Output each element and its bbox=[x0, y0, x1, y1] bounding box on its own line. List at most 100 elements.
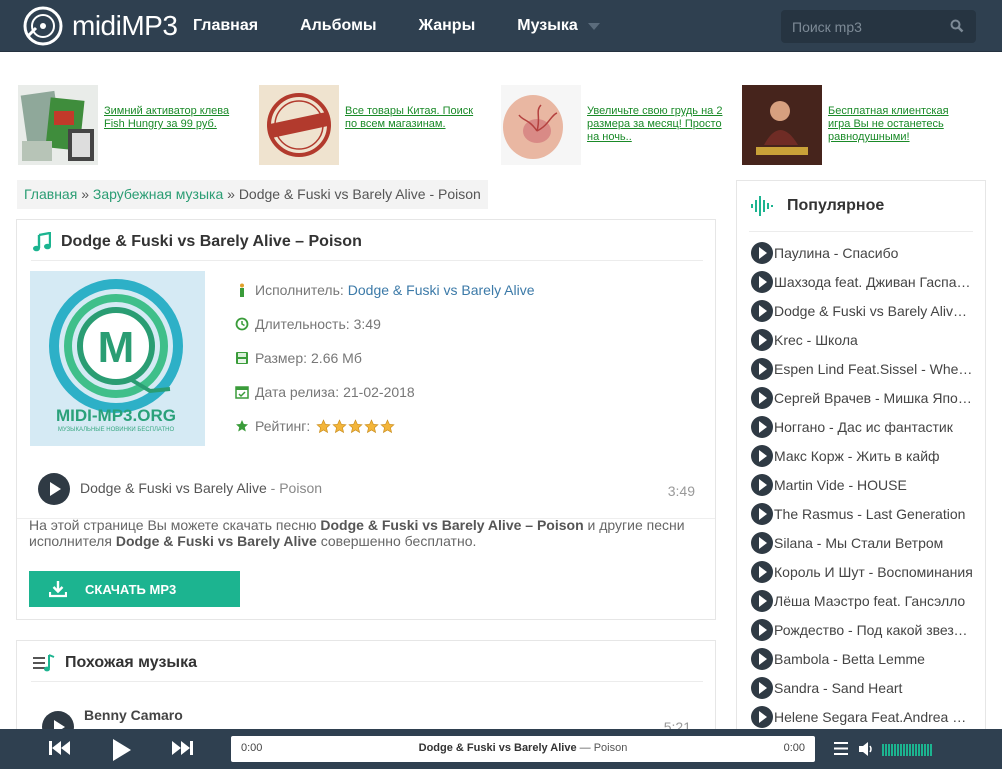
track-info: Исполнитель: Dodge & Fuski vs Barely Ali… bbox=[235, 273, 535, 443]
rating-star-icon[interactable] bbox=[348, 418, 363, 434]
play-icon[interactable] bbox=[751, 415, 773, 438]
ad-thumb-game bbox=[742, 85, 822, 165]
popular-item-label: Dodge & Fuski vs Barely Alive - Poison bbox=[774, 302, 974, 319]
player-title: Dodge & Fuski vs Barely Alive — Poison bbox=[231, 742, 815, 754]
popular-item[interactable]: Silana - Мы Стали Ветром bbox=[751, 528, 975, 557]
play-icon[interactable] bbox=[751, 589, 773, 612]
download-button[interactable]: СКАЧАТЬ MP3 bbox=[29, 571, 240, 607]
search-icon[interactable] bbox=[950, 19, 964, 33]
popular-title: Популярное bbox=[787, 197, 885, 214]
ad-thumb-china bbox=[259, 85, 339, 165]
clock-icon bbox=[235, 317, 249, 331]
play-icon[interactable] bbox=[751, 328, 773, 351]
info-rating: Рейтинг: bbox=[235, 409, 535, 443]
nav-music[interactable]: Музыка bbox=[517, 17, 600, 35]
nav-home[interactable]: Главная bbox=[193, 17, 258, 35]
popular-item[interactable]: The Rasmus - Last Generation bbox=[751, 499, 975, 528]
volume-bar bbox=[894, 744, 896, 756]
site-header: midiMP3 Главная Альбомы Жанры Музыка bbox=[0, 0, 1002, 52]
volume-bar bbox=[915, 744, 917, 756]
ad-text[interactable]: Зимний активатор клева Fish Hungry за 99… bbox=[104, 105, 244, 165]
volume-icon[interactable] bbox=[859, 742, 875, 756]
similar-title: Похожая музыка bbox=[65, 654, 197, 671]
ad-item[interactable]: Все товары Китая. Поиск по всем магазина… bbox=[259, 85, 485, 165]
play-icon[interactable] bbox=[751, 618, 773, 641]
ad-item[interactable]: Увеличьте свою грудь на 2 размера за мес… bbox=[501, 85, 727, 165]
popular-item[interactable]: Макс Корж - Жить в кайф bbox=[751, 441, 975, 470]
volume-bar bbox=[891, 744, 893, 756]
nav-genres[interactable]: Жанры bbox=[419, 17, 476, 35]
info-duration: Длительность: 3:49 bbox=[235, 307, 535, 341]
play-icon[interactable] bbox=[751, 444, 773, 467]
popular-item[interactable]: Martin Vide - HOUSE bbox=[751, 470, 975, 499]
play-icon[interactable] bbox=[751, 386, 773, 409]
popular-item[interactable]: Сергей Врачев - Мишка Япончик bbox=[751, 383, 975, 412]
popular-item[interactable]: Sandra - Sand Heart bbox=[751, 673, 975, 702]
popular-item[interactable]: Король И Шут - Воспоминания bbox=[751, 557, 975, 586]
popular-item[interactable]: Bambola - Betta Lemme bbox=[751, 644, 975, 673]
track-row-title: Dodge & Fuski vs Barely Alive - Poison bbox=[80, 480, 322, 496]
cover-letter: M bbox=[98, 323, 135, 372]
popular-item[interactable]: Krec - Школа bbox=[751, 325, 975, 354]
play-icon[interactable] bbox=[751, 531, 773, 554]
track-card-header: Dodge & Fuski vs Barely Alive – Poison bbox=[33, 231, 362, 253]
breadcrumb-home[interactable]: Главная bbox=[24, 186, 77, 202]
rating-star-icon[interactable] bbox=[364, 418, 379, 434]
play-button[interactable] bbox=[38, 473, 70, 505]
play-icon[interactable] bbox=[751, 270, 773, 293]
ad-text[interactable]: Увеличьте свою грудь на 2 размера за мес… bbox=[587, 105, 727, 165]
play-icon[interactable] bbox=[751, 560, 773, 583]
nav-albums[interactable]: Альбомы bbox=[300, 17, 377, 35]
playlist-icon bbox=[33, 654, 55, 672]
popular-item[interactable]: Helene Segara Feat.Andrea Bocelli bbox=[751, 702, 975, 731]
play-icon[interactable] bbox=[751, 299, 773, 322]
cover-site-name: MIDI-MP3.ORG bbox=[56, 406, 176, 425]
play-icon[interactable] bbox=[751, 676, 773, 699]
playlist-menu-icon[interactable] bbox=[834, 742, 848, 755]
play-icon[interactable] bbox=[751, 357, 773, 380]
artist-link[interactable]: Dodge & Fuski vs Barely Alive bbox=[348, 282, 535, 298]
rating-star-icon[interactable] bbox=[380, 418, 395, 434]
volume-bar bbox=[924, 744, 926, 756]
rating-star-icon[interactable] bbox=[316, 418, 331, 434]
popular-item-label: Helene Segara Feat.Andrea Bocelli bbox=[774, 708, 974, 725]
site-logo[interactable]: midiMP3 bbox=[22, 6, 178, 46]
play-icon[interactable] bbox=[751, 502, 773, 525]
release-label: Дата релиза: bbox=[255, 384, 340, 400]
rating-stars[interactable] bbox=[316, 418, 396, 434]
breadcrumb-current: Dodge & Fuski vs Barely Alive - Poison bbox=[238, 186, 481, 202]
rating-star-icon[interactable] bbox=[332, 418, 347, 434]
music-note-icon bbox=[33, 232, 51, 252]
calendar-icon bbox=[235, 386, 249, 399]
ad-item[interactable]: Зимний активатор клева Fish Hungry за 99… bbox=[18, 85, 244, 165]
play-icon[interactable] bbox=[751, 473, 773, 496]
ad-text[interactable]: Бесплатная клиентская игра Вы не останет… bbox=[828, 105, 968, 165]
play-icon[interactable] bbox=[751, 647, 773, 670]
popular-item-label: Макс Корж - Жить в кайф bbox=[774, 447, 940, 464]
popular-item[interactable]: Ноггано - Дас ис фантастик bbox=[751, 412, 975, 441]
popular-item[interactable]: Шахзода feat. Дживан Гаспарян bbox=[751, 267, 975, 296]
popular-item[interactable]: Лёша Маэстро feat. Гансэлло bbox=[751, 586, 975, 615]
divider bbox=[31, 681, 703, 682]
popular-item[interactable]: Espen Lind Feat.Sissel - Where the Lost … bbox=[751, 354, 975, 383]
breadcrumb-category[interactable]: Зарубежная музыка bbox=[93, 186, 223, 202]
play-icon[interactable] bbox=[111, 739, 133, 761]
player-progress[interactable]: 0:00 Dodge & Fuski vs Barely Alive — Poi… bbox=[231, 736, 815, 762]
ad-item[interactable]: Бесплатная клиентская игра Вы не останет… bbox=[742, 85, 968, 165]
similar-header: Похожая музыка bbox=[33, 652, 197, 674]
ad-text[interactable]: Все товары Китая. Поиск по всем магазина… bbox=[345, 105, 485, 165]
popular-item[interactable]: Dodge & Fuski vs Barely Alive - Poison bbox=[751, 296, 975, 325]
previous-icon[interactable] bbox=[49, 739, 71, 757]
play-icon[interactable] bbox=[751, 241, 773, 264]
search-input[interactable] bbox=[781, 18, 941, 35]
popular-item-label: The Rasmus - Last Generation bbox=[774, 505, 966, 522]
volume-slider[interactable] bbox=[882, 744, 933, 756]
next-icon[interactable] bbox=[171, 739, 193, 757]
popular-item[interactable]: Паулина - Спасибо bbox=[751, 238, 975, 267]
play-icon[interactable] bbox=[751, 705, 773, 728]
popular-item-label: Король И Шут - Воспоминания bbox=[774, 563, 973, 580]
popular-item-label: Ноггано - Дас ис фантастик bbox=[774, 418, 953, 435]
volume-bar bbox=[888, 744, 890, 756]
volume-bar bbox=[912, 744, 914, 756]
popular-item[interactable]: Рождество - Под какой звездой bbox=[751, 615, 975, 644]
